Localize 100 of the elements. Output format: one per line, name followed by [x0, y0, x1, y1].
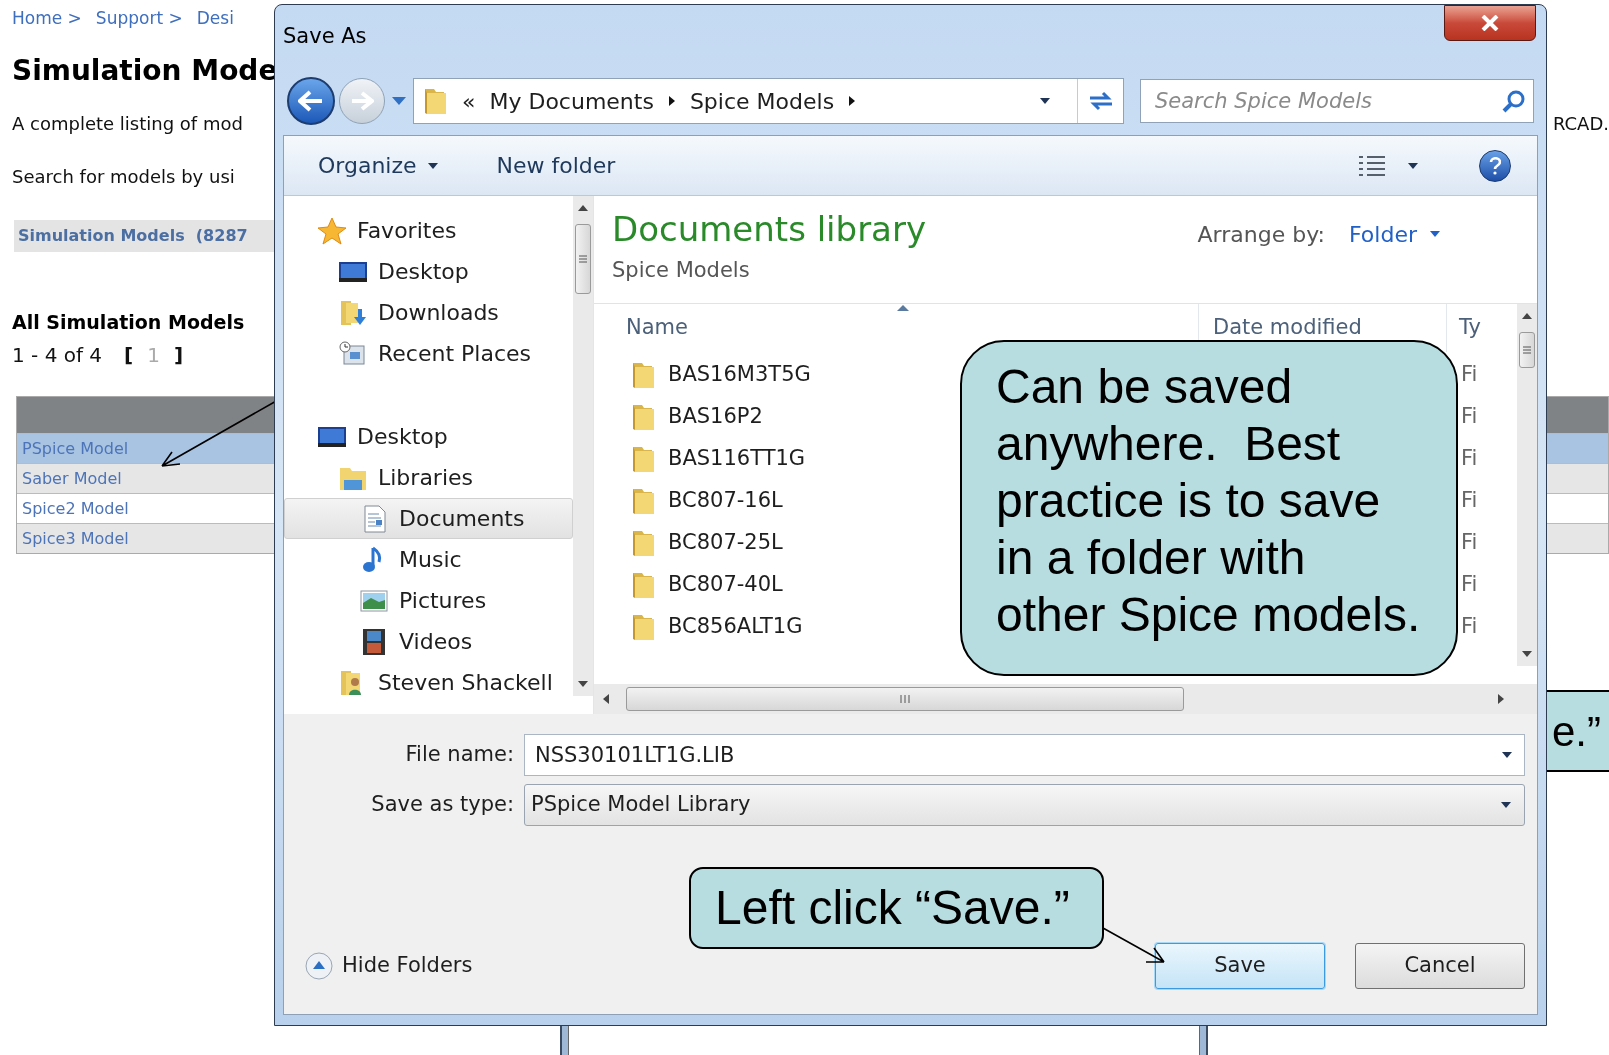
file-type: Fi [1461, 529, 1478, 557]
file-type: Fi [1461, 571, 1478, 599]
scroll-down-icon[interactable] [577, 680, 589, 688]
new-folder-button[interactable]: New folder [496, 149, 616, 182]
field-label: Save as type: [370, 791, 515, 819]
nav-item[interactable]: Pictures [284, 580, 573, 621]
section-title: All Simulation Models [12, 309, 245, 335]
help-button[interactable] [1479, 149, 1511, 182]
view-list-icon[interactable] [1357, 153, 1387, 178]
file-type: Fi [1461, 487, 1478, 515]
caret-icon [426, 161, 439, 170]
chevron-right-icon[interactable] [667, 95, 676, 107]
scroll-left-icon[interactable] [602, 693, 610, 705]
breadcrumb-link[interactable]: Home > [12, 6, 82, 32]
page-title: Simulation Mode [12, 52, 278, 89]
nav-item[interactable]: Documents [284, 498, 573, 539]
nav-item[interactable]: Favorites [284, 210, 573, 251]
nav-item[interactable]: Desktop [284, 416, 573, 457]
file-row[interactable]: BC856ALT1G [630, 611, 803, 643]
model-link[interactable]: Spice2 Model [22, 496, 129, 521]
folder-icon [630, 571, 656, 599]
file-row[interactable]: BAS16P2 [630, 401, 763, 433]
scrollbar[interactable] [573, 196, 593, 696]
recent-places-icon [338, 339, 368, 368]
intro-text: A complete listing of mod [12, 111, 243, 136]
horizontal-scrollbar[interactable] [594, 684, 1537, 714]
pager-range: 1 - 4 of 4 [12, 342, 103, 369]
nav-item[interactable]: Videos [284, 621, 573, 662]
dialog-button[interactable]: Save [1155, 943, 1325, 989]
grip-icon [1523, 346, 1531, 354]
file-type: Fi [1461, 613, 1478, 641]
nav-item[interactable]: Downloads [284, 292, 573, 333]
collapse-up-icon [304, 951, 334, 981]
caret-icon [1429, 230, 1441, 238]
grip-icon [579, 255, 587, 263]
file-row[interactable]: BAS116TT1G [630, 443, 806, 475]
file-row[interactable]: BC807-16L [630, 485, 783, 517]
callout-tooltip: Can be saved anywhere. Best practice is to save in a folder with other Spice models. [960, 340, 1458, 676]
back-arrow-icon [298, 90, 324, 112]
breadcrumb-link[interactable]: Desi [196, 6, 234, 32]
view-caret-icon [1407, 161, 1419, 170]
callout-text: e.” [1552, 706, 1601, 757]
refresh-icon [1087, 90, 1114, 112]
folder-icon [630, 361, 656, 389]
file-row[interactable]: BC807-40L [630, 569, 783, 601]
arrange-label: Arrange by: [1197, 220, 1325, 249]
pager-bracket: ] [174, 342, 184, 369]
close-icon [1481, 15, 1499, 31]
overflow-chevron[interactable]: « [462, 84, 476, 118]
caret-icon [1500, 801, 1512, 809]
save-type-dropdown[interactable]: PSpice Model Library [524, 784, 1525, 826]
intro-text: RCAD. [1552, 111, 1609, 136]
scroll-down-icon[interactable] [1521, 650, 1533, 658]
scroll-right-icon[interactable] [1497, 693, 1505, 705]
address-caret-icon [1039, 97, 1051, 105]
callout-tooltip: Left click “Save.” [689, 867, 1104, 949]
address-crumb[interactable]: My Documents [489, 84, 654, 118]
help-icon [1489, 156, 1501, 175]
file-row[interactable]: BAS16M3T5G [630, 359, 811, 391]
chevron-right-icon[interactable] [848, 95, 857, 107]
address-crumb[interactable]: Spice Models [689, 84, 835, 118]
forward-arrow-icon [350, 91, 374, 111]
nav-item[interactable]: Desktop [284, 251, 573, 292]
folder-icon [630, 445, 656, 473]
library-title: Documents library [612, 208, 927, 251]
field-label: File name: [404, 741, 515, 769]
download-folder-icon [338, 298, 368, 327]
folder-icon [630, 403, 656, 431]
close-button[interactable] [1444, 5, 1536, 41]
scroll-thumb[interactable] [1519, 332, 1535, 368]
history-caret-icon[interactable] [391, 96, 407, 106]
library-subtitle: Spice Models [612, 257, 751, 284]
back-button[interactable] [287, 77, 335, 125]
file-type: Fi [1461, 403, 1478, 431]
star-icon [317, 216, 347, 245]
file-type: Fi [1461, 445, 1478, 473]
file-row[interactable]: BC807-25L [630, 527, 783, 559]
dialog-button[interactable]: Cancel [1355, 943, 1525, 989]
sort-up-icon [896, 304, 910, 312]
grip-icon [900, 695, 910, 703]
scroll-thumb[interactable] [575, 224, 591, 294]
nav-item[interactable]: Libraries [284, 457, 573, 498]
hide-folders-button[interactable]: Hide Folders [304, 950, 473, 982]
arrange-dropdown[interactable]: Folder [1349, 217, 1441, 251]
model-link[interactable]: Spice3 Model [22, 526, 129, 551]
scroll-up-icon[interactable] [1521, 312, 1533, 320]
folder-icon [630, 529, 656, 557]
nav-item[interactable]: Steven Shackell [284, 662, 573, 703]
scrollbar[interactable] [1517, 304, 1537, 666]
file-type: Fi [1461, 361, 1478, 389]
breadcrumb-link[interactable]: Support > [95, 6, 183, 32]
nav-item[interactable]: Music [284, 539, 573, 580]
address-bar[interactable]: « My Documents Spice Models [413, 78, 1124, 124]
model-link[interactable]: Saber Model [22, 466, 122, 491]
organize-button[interactable]: Organize [318, 149, 439, 182]
pager-bracket: [ [124, 342, 134, 369]
scroll-thumb[interactable] [626, 687, 1184, 711]
scroll-up-icon[interactable] [577, 204, 589, 212]
window-title: Save As [283, 23, 367, 50]
nav-item[interactable]: Recent Places [284, 333, 573, 374]
